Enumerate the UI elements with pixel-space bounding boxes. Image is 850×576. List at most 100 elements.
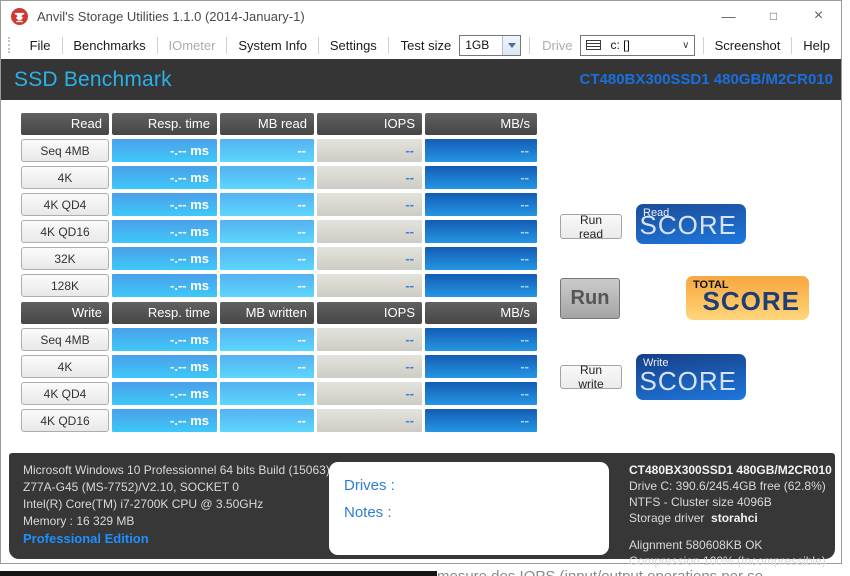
drive-combobox[interactable]: c: [] ∨	[580, 34, 695, 56]
alignment-line: Alignment 580608KB OK	[629, 538, 763, 552]
app-icon	[11, 7, 28, 25]
resp-time-cell: -.-- ms	[112, 193, 217, 216]
resp-time-cell: -.-- ms	[112, 274, 217, 297]
run-write-button[interactable]: Run write	[560, 363, 622, 391]
menu-bar: File Benchmarks IOmeter System Info Sett…	[1, 31, 841, 60]
mbs-cell: --	[425, 220, 537, 243]
read-score-box: Read SCORE	[636, 204, 746, 244]
notes-label: Notes :	[344, 504, 392, 521]
maximize-button[interactable]: □	[751, 1, 796, 31]
mbs-cell: --	[425, 328, 537, 351]
resp-time-cell: -.-- ms	[112, 328, 217, 351]
resp-time-cell: -.-- ms	[112, 409, 217, 432]
iops-cell: --	[317, 382, 422, 405]
system-info-panel: Microsoft Windows 10 Professionnel 64 bi…	[9, 453, 835, 568]
column-header-iops: IOPS	[317, 113, 422, 135]
mbs-cell: --	[425, 247, 537, 270]
mbs-cell: --	[425, 139, 537, 162]
read-table-row: 32K -.-- ms -- -- --	[21, 247, 537, 270]
read-table-row: 4K -.-- ms -- -- --	[21, 166, 537, 189]
write-table-row: 4K -.-- ms -- -- --	[21, 355, 537, 378]
total-score-value: SCORE	[702, 286, 800, 316]
menu-iometer: IOmeter	[168, 37, 216, 53]
window-title: Anvil's Storage Utilities 1.1.0 (2014-Ja…	[37, 8, 305, 24]
row-label-button[interactable]: 4K QD16	[21, 409, 109, 432]
mb-written-cell: --	[220, 409, 314, 432]
iops-cell: --	[317, 274, 422, 297]
read-table-row: 4K QD4 -.-- ms -- -- --	[21, 193, 537, 216]
minimize-button[interactable]: —	[706, 1, 751, 31]
drive-label: Drive	[542, 37, 573, 53]
row-label-button[interactable]: 4K QD4	[21, 382, 109, 405]
total-score-box: TOTAL SCORE	[686, 276, 809, 320]
write-table-row: Seq 4MB -.-- ms -- -- --	[21, 328, 537, 351]
column-header-mbs: MB/s	[425, 113, 537, 135]
background-black-bar	[0, 571, 437, 576]
write-table-row: 4K QD16 -.-- ms -- -- --	[21, 409, 537, 432]
mb-read-cell: --	[220, 247, 314, 270]
motherboard-line: Z77A-G45 (MS-7752)/V2.10, SOCKET 0	[23, 480, 239, 494]
row-label-button[interactable]: 128K	[21, 274, 109, 297]
row-label-button[interactable]: 4K	[21, 355, 109, 378]
test-size-value: 1GB	[465, 38, 490, 52]
row-label-button[interactable]: 4K	[21, 166, 109, 189]
chevron-down-icon: ∨	[682, 39, 690, 51]
menu-system-info[interactable]: System Info	[227, 38, 318, 53]
drive-value: c: []	[610, 38, 630, 52]
drive-model-label: CT480BX300SSD1 480GB/M2CR010	[579, 71, 833, 88]
mb-read-cell: --	[220, 274, 314, 297]
menu-settings[interactable]: Settings	[319, 38, 388, 53]
read-score-value: SCORE	[639, 210, 737, 240]
drive-model-line: CT480BX300SSD1 480GB/M2CR010	[629, 463, 832, 477]
mb-written-cell: --	[220, 382, 314, 405]
column-header-write: Write	[21, 302, 109, 324]
memory-line: Memory : 16 329 MB	[23, 514, 135, 528]
mbs-cell: --	[425, 382, 537, 405]
menu-file[interactable]: File	[19, 38, 62, 53]
close-button[interactable]: ×	[796, 1, 841, 31]
mbs-cell: --	[425, 166, 537, 189]
drive-info-text: CT480BX300SSD1 480GB/M2CR010 Drive C: 39…	[629, 462, 832, 569]
mb-written-cell: --	[220, 355, 314, 378]
iops-cell: --	[317, 166, 422, 189]
row-label-button[interactable]: 4K QD4	[21, 193, 109, 216]
read-table-header-row: Read Resp. time MB read IOPS MB/s	[21, 113, 537, 135]
row-label-button[interactable]: Seq 4MB	[21, 139, 109, 162]
run-button[interactable]: Run	[560, 278, 620, 319]
resp-time-cell: -.-- ms	[112, 220, 217, 243]
column-header-read: Read	[21, 113, 109, 135]
column-header-resp-time: Resp. time	[112, 113, 217, 135]
write-score-value: SCORE	[639, 366, 737, 396]
iops-cell: --	[317, 139, 422, 162]
storage-driver-line: Storage driver storahci	[629, 511, 758, 525]
system-info-text: Microsoft Windows 10 Professionnel 64 bi…	[23, 462, 330, 530]
drive-capacity-line: Drive C: 390.6/245.4GB free (62.8%)	[629, 479, 826, 493]
mb-written-cell: --	[220, 328, 314, 351]
filesystem-line: NTFS - Cluster size 4096B	[629, 495, 772, 509]
row-label-button[interactable]: 4K QD16	[21, 220, 109, 243]
mbs-cell: --	[425, 193, 537, 216]
menu-help[interactable]: Help	[792, 38, 841, 53]
run-read-button[interactable]: Run read	[560, 213, 622, 241]
test-size-dropdown-button[interactable]	[502, 35, 521, 55]
iops-cell: --	[317, 247, 422, 270]
read-table: Read Resp. time MB read IOPS MB/s Seq 4M…	[21, 113, 537, 301]
iops-cell: --	[317, 328, 422, 351]
drives-label: Drives :	[344, 477, 395, 494]
chevron-down-icon	[507, 42, 516, 48]
menu-benchmarks[interactable]: Benchmarks	[62, 38, 156, 53]
mb-read-cell: --	[220, 166, 314, 189]
read-table-row: 128K -.-- ms -- -- --	[21, 274, 537, 297]
resp-time-cell: -.-- ms	[112, 382, 217, 405]
background-clipped-text: mesure des IOPS (input/output operations…	[437, 566, 850, 576]
row-label-button[interactable]: Seq 4MB	[21, 328, 109, 351]
row-label-button[interactable]: 32K	[21, 247, 109, 270]
column-header-mb-written: MB written	[220, 302, 314, 324]
drives-notes-box[interactable]: Drives : Notes :	[329, 462, 609, 555]
write-table: Write Resp. time MB written IOPS MB/s Se…	[21, 302, 537, 436]
resp-time-cell: -.-- ms	[112, 247, 217, 270]
app-window: Anvil's Storage Utilities 1.1.0 (2014-Ja…	[0, 0, 842, 568]
mb-read-cell: --	[220, 220, 314, 243]
menu-screenshot[interactable]: Screenshot	[704, 38, 792, 53]
test-size-combobox[interactable]: 1GB	[459, 34, 522, 56]
